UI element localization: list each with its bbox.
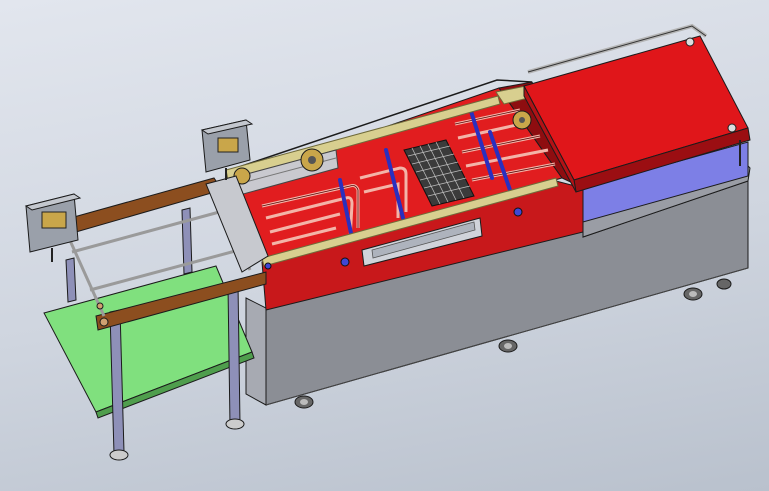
knob <box>264 262 272 270</box>
caster <box>294 395 314 409</box>
motor-box-left <box>24 193 82 262</box>
wood-beam-top <box>55 177 223 237</box>
support-leg <box>65 257 77 303</box>
cad-viewport[interactable] <box>0 0 769 491</box>
knob <box>340 257 350 267</box>
leg-foot <box>109 449 129 461</box>
support-leg <box>227 283 241 427</box>
caster <box>683 287 703 301</box>
leg-foot <box>225 418 245 430</box>
caster <box>498 339 518 353</box>
knob <box>513 207 523 217</box>
caster <box>716 278 732 290</box>
machine-assembly-drawing <box>24 23 751 461</box>
